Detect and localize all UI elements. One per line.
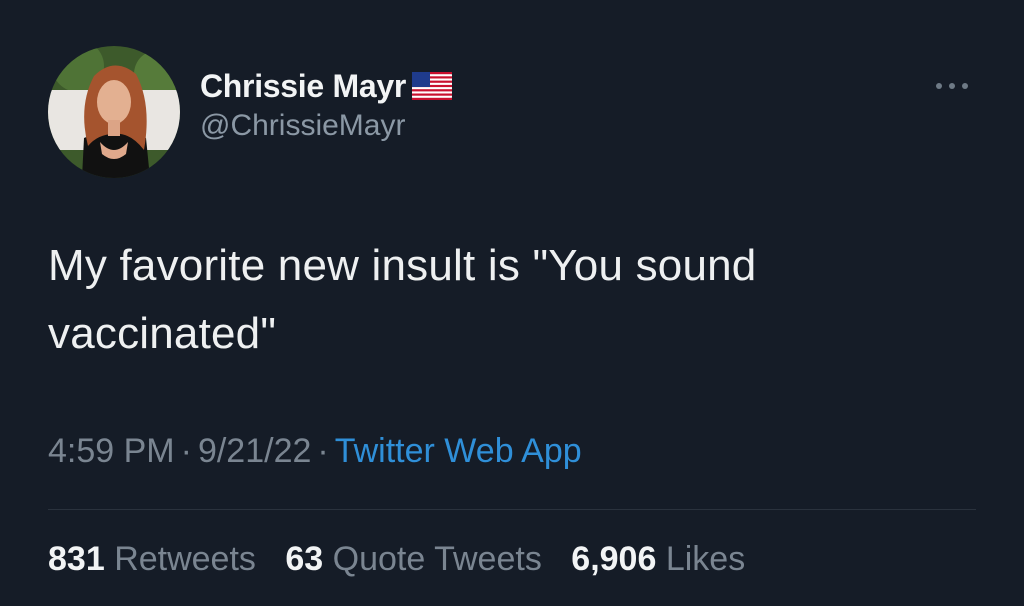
retweets-count: 831 [48, 540, 105, 578]
tweet-card: Chrissie Mayr @ChrissieMayr My favorite … [0, 0, 1024, 606]
meta-separator: · [180, 432, 192, 470]
quote-tweets-stat[interactable]: 63 Quote Tweets [285, 540, 541, 578]
engagement-stats: 831 Retweets 63 Quote Tweets 6,906 Likes [48, 540, 765, 579]
meta-separator: · [317, 432, 329, 470]
quote-tweets-count: 63 [285, 540, 324, 578]
retweets-stat[interactable]: 831 Retweets [48, 540, 256, 578]
display-name[interactable]: Chrissie Mayr [200, 68, 406, 105]
tweet-header: Chrissie Mayr @ChrissieMayr [48, 46, 452, 178]
likes-label: Likes [665, 540, 746, 578]
tweet-meta: 4:59 PM · 9/21/22 · Twitter Web App [48, 432, 582, 471]
more-options-icon[interactable] [934, 78, 970, 89]
likes-stat[interactable]: 6,906 Likes [571, 540, 745, 578]
divider [48, 509, 976, 510]
name-row: Chrissie Mayr [200, 68, 452, 105]
retweets-label: Retweets [114, 540, 256, 578]
author-identity: Chrissie Mayr @ChrissieMayr [200, 68, 452, 143]
tweet-text: My favorite new insult is "You sound vac… [48, 241, 757, 358]
likes-count: 6,906 [571, 540, 657, 578]
user-handle[interactable]: @ChrissieMayr [200, 109, 452, 143]
us-flag-icon [411, 72, 452, 100]
tweet-source-link[interactable]: Twitter Web App [335, 432, 582, 470]
quote-tweets-label: Quote Tweets [332, 540, 542, 578]
avatar[interactable] [48, 46, 180, 178]
tweet-time[interactable]: 4:59 PM [48, 432, 175, 470]
tweet-date[interactable]: 9/21/22 [198, 432, 311, 470]
avatar-image [48, 46, 180, 178]
